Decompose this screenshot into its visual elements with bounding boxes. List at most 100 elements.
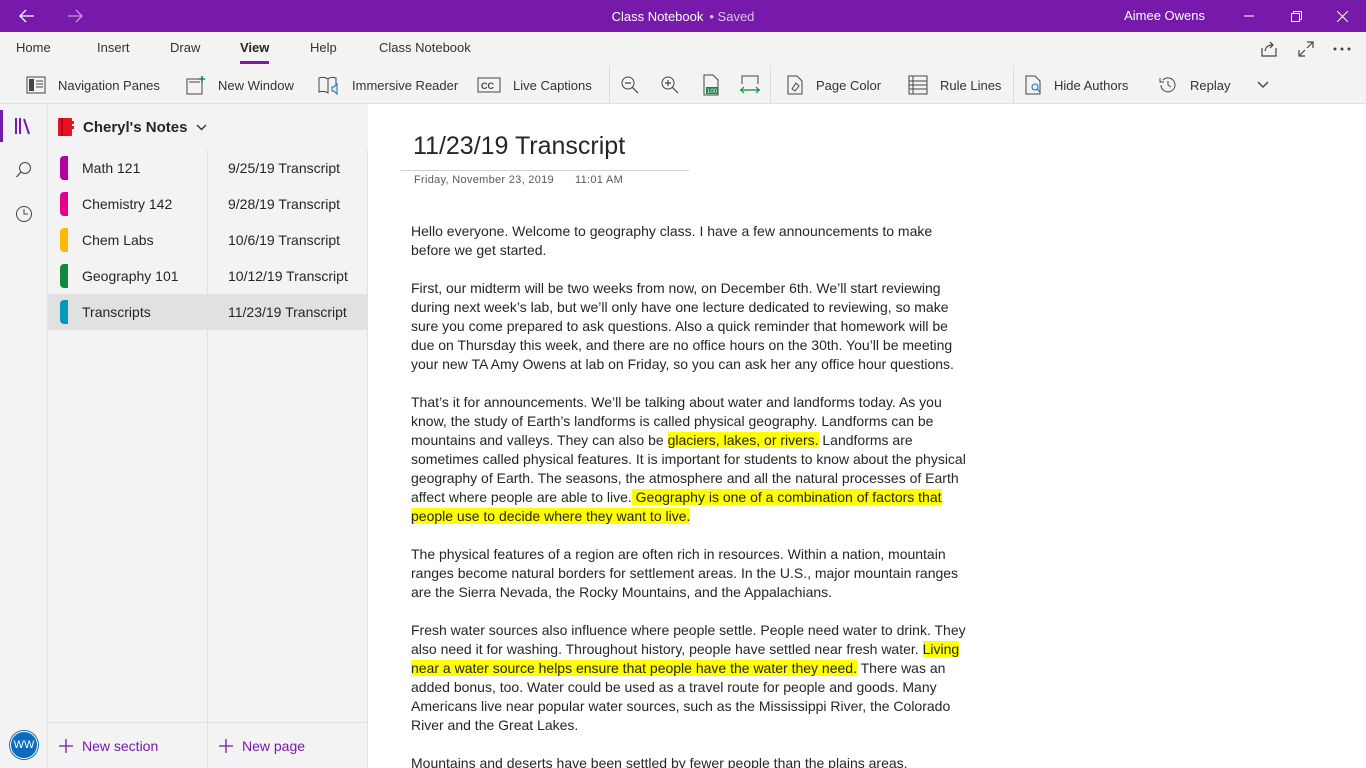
page-label: 9/25/19 Transcript: [228, 160, 341, 176]
page-item[interactable]: 9/28/19 Transcript: [208, 186, 367, 222]
tab-class-notebook[interactable]: Class Notebook: [379, 32, 471, 66]
full-page-view-button[interactable]: [1294, 37, 1318, 61]
immersive-reader-icon: [318, 76, 338, 95]
more-options-button[interactable]: [1330, 37, 1354, 61]
minimize-button[interactable]: [1226, 0, 1272, 32]
highlighted-text: glaciers, lakes, or rivers.: [667, 432, 819, 448]
pages-pane: 9/25/19 Transcript 9/28/19 Transcript 10…: [208, 150, 368, 768]
section-label: Geography 101: [82, 268, 179, 284]
ribbon-separator: [770, 66, 771, 104]
page-item-selected[interactable]: 11/23/19 Transcript: [208, 294, 367, 330]
tab-home[interactable]: Home: [16, 32, 51, 66]
replay-label: Replay: [1190, 77, 1231, 93]
svg-text:100: 100: [707, 89, 718, 95]
zoom-100-button[interactable]: 100: [698, 72, 724, 98]
page-date: Friday, November 23, 2019: [414, 174, 554, 186]
new-section-label: New section: [82, 737, 159, 754]
page-label: 9/28/19 Transcript: [228, 196, 341, 212]
tab-view[interactable]: View: [240, 32, 270, 66]
ribbon-expand-button[interactable]: [1250, 72, 1276, 98]
live-captions-button[interactable]: CC Live Captions: [477, 70, 592, 100]
recent-notes-button[interactable]: [0, 192, 48, 236]
close-icon: [1336, 10, 1348, 22]
page-item[interactable]: 10/12/19 Transcript: [208, 258, 367, 294]
maximize-button[interactable]: [1273, 0, 1319, 32]
paragraph[interactable]: First, our midterm will be two weeks fro…: [411, 279, 971, 374]
paragraph[interactable]: That’s it for announcements. We’ll be ta…: [411, 393, 971, 526]
zoom-in-icon: [661, 76, 679, 94]
section-item[interactable]: Math 121: [48, 150, 207, 186]
section-item[interactable]: Chem Labs: [48, 222, 207, 258]
page-color-icon: [787, 75, 803, 95]
section-item[interactable]: Chemistry 142: [48, 186, 207, 222]
zoom-in-button[interactable]: [657, 72, 683, 98]
paragraph[interactable]: Fresh water sources also influence where…: [411, 621, 971, 735]
replay-button[interactable]: Replay: [1158, 70, 1230, 100]
section-label: Chemistry 142: [82, 196, 173, 212]
new-page-button[interactable]: New page: [208, 722, 367, 768]
notebook-icon: [58, 118, 74, 136]
note-body[interactable]: Hello everyone. Welcome to geography cla…: [411, 222, 971, 768]
page-item[interactable]: 10/6/19 Transcript: [208, 222, 367, 258]
immersive-reader-button[interactable]: Immersive Reader: [318, 70, 458, 100]
page-item[interactable]: 9/25/19 Transcript: [208, 150, 367, 186]
text-run: Fresh water sources also influence where…: [411, 622, 966, 657]
ribbon-commands: Navigation Panes New Window Immersive Re…: [0, 66, 1366, 104]
title-divider: [401, 170, 689, 171]
page-title[interactable]: 11/23/19 Transcript: [413, 132, 625, 161]
page-color-label: Page Color: [816, 77, 882, 93]
section-color-tab: [60, 156, 68, 180]
save-status: • Saved: [709, 8, 755, 24]
new-window-button[interactable]: New Window: [186, 70, 294, 100]
section-item-selected[interactable]: Transcripts: [48, 294, 207, 330]
paragraph[interactable]: Hello everyone. Welcome to geography cla…: [411, 222, 971, 260]
share-icon: [1261, 41, 1277, 57]
paragraph[interactable]: The physical features of a region are of…: [411, 545, 971, 602]
tab-help[interactable]: Help: [310, 32, 337, 66]
close-button[interactable]: [1319, 0, 1365, 32]
page-color-button[interactable]: Page Color: [786, 70, 881, 100]
user-name[interactable]: Aimee Owens: [1124, 0, 1205, 32]
notebooks-button[interactable]: [0, 104, 48, 148]
captions-icon: CC: [477, 77, 501, 93]
expand-icon: [1298, 41, 1314, 57]
app-title: Class Notebook: [611, 8, 704, 24]
page-width-icon: [740, 75, 760, 94]
restore-icon: [1290, 10, 1302, 22]
share-button[interactable]: [1257, 37, 1281, 61]
paragraph[interactable]: Mountains and deserts have been settled …: [411, 754, 971, 768]
left-rail: WW: [0, 104, 48, 768]
minimize-icon: [1244, 15, 1254, 17]
notebook-name: Cheryl's Notes: [83, 118, 188, 136]
chevron-down-icon: [1257, 81, 1269, 88]
page-canvas[interactable]: 11/23/19 Transcript Friday, November 23,…: [369, 104, 1366, 768]
svg-text:CC: CC: [481, 81, 494, 91]
library-icon: [15, 118, 30, 135]
new-section-button[interactable]: New section: [48, 722, 207, 768]
section-color-tab: [60, 300, 68, 324]
title-bar: Class Notebook • Saved Aimee Owens: [0, 0, 1366, 32]
rule-lines-icon: [908, 75, 928, 95]
tab-draw[interactable]: Draw: [170, 32, 200, 66]
immersive-reader-label: Immersive Reader: [352, 77, 459, 93]
page-label: 11/23/19 Transcript: [228, 304, 347, 320]
zoom-out-button[interactable]: [617, 72, 643, 98]
page-time: 11:01 AM: [575, 174, 624, 186]
avatar[interactable]: WW: [10, 731, 38, 759]
more-icon: [1333, 47, 1351, 51]
page-label: 10/12/19 Transcript: [228, 268, 348, 284]
hide-authors-label: Hide Authors: [1054, 77, 1129, 93]
rule-lines-button[interactable]: Rule Lines: [908, 70, 1001, 100]
navigation-panes-button[interactable]: Navigation Panes: [26, 70, 160, 100]
page-width-button[interactable]: [737, 72, 763, 98]
new-window-label: New Window: [218, 77, 294, 93]
section-item[interactable]: Geography 101: [48, 258, 207, 294]
plus-icon: [219, 738, 233, 753]
section-color-tab: [60, 228, 68, 252]
live-captions-label: Live Captions: [513, 77, 592, 93]
tab-insert[interactable]: Insert: [97, 32, 130, 66]
search-button[interactable]: [0, 148, 48, 192]
plus-icon: [59, 738, 73, 753]
hide-authors-button[interactable]: Hide Authors: [1024, 70, 1128, 100]
notebook-selector[interactable]: Cheryl's Notes: [48, 104, 368, 150]
